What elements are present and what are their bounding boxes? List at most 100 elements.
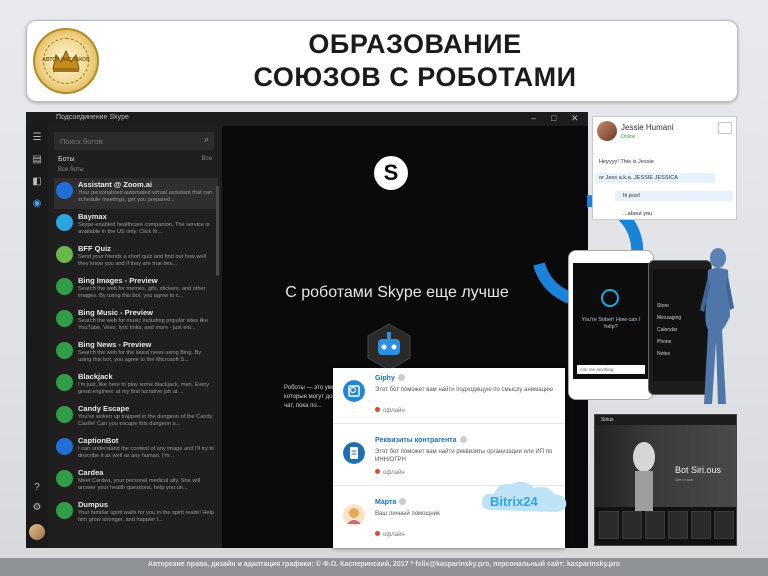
bot-desc: Your familiar spirit waits for you in th… [78, 510, 214, 523]
bot-list-item[interactable]: Bing News - Preview Search the web for th… [54, 338, 218, 369]
quiz-icon [56, 246, 73, 263]
bot-name: Giphy [375, 374, 405, 382]
bot-desc: You've woken up trapped in the dungeon o… [78, 414, 213, 427]
jessie-message: Heyyyy! This is Jessie [599, 159, 654, 165]
settings-icon[interactable]: ⚙ [31, 502, 43, 514]
thumb[interactable] [668, 511, 688, 539]
bot-list-item[interactable]: Baymax Skype-enabled healthcare companion… [54, 210, 218, 241]
skype-logo-icon: S [374, 156, 408, 190]
bot-list-item[interactable]: Cardea Meet Cardea, your personal medical… [54, 466, 218, 497]
marta-avatar-icon [343, 504, 365, 526]
thumb[interactable] [599, 511, 619, 539]
bot-desc: Meet Cardea, your personal medical ally.… [78, 478, 201, 491]
search-box[interactable]: ⌕ [54, 132, 214, 150]
thumb[interactable] [714, 511, 734, 539]
slide-title: ОБРАЗОВАНИЕ СОЮЗОВ С РОБОТАМИ [200, 28, 630, 94]
site-sub[interactable]: Get it now [675, 477, 693, 482]
news-icon [56, 342, 73, 359]
menu-item[interactable]: Store [657, 303, 669, 309]
nav-rail: ☰ ▤ ◧ ◉ ? ⚙ [26, 126, 48, 548]
bitrix-bots-card: Giphy Этот бот поможет вам найти подходя… [333, 368, 565, 548]
card-button[interactable] [718, 122, 732, 134]
bot-desc: Search the web for music including popul… [78, 318, 208, 331]
author-logo: АВТОР МАСЛАКОВ [33, 28, 99, 94]
jessie-message: or Jess a.k.a. JESSIE JESSICA [599, 175, 678, 181]
jessie-message: ...about you [623, 211, 653, 217]
baymax-icon [56, 214, 73, 231]
contacts-icon[interactable]: ◧ [31, 176, 43, 188]
bot-list-item[interactable]: Blackjack I'm just, like here to play som… [54, 370, 218, 401]
bot-badge-icon [459, 436, 467, 443]
thumb[interactable] [645, 511, 665, 539]
all-bots-header: Все боты [58, 167, 84, 173]
bot-name: Реквизиты контрагента [375, 436, 467, 444]
bot-list-item[interactable]: Assistant @ Zoom.ai Your personalized aut… [54, 178, 218, 209]
hologram-figure-icon [700, 248, 734, 404]
search-input[interactable] [60, 135, 190, 147]
close-icon[interactable]: ✕ [571, 113, 579, 124]
logo-text: АВТОР МАСЛАКОВ [42, 57, 90, 63]
tagline: С роботами Skype еще лучше [285, 284, 509, 301]
menu-item[interactable]: Messaging [657, 315, 681, 321]
bot-item-giphy[interactable]: Giphy Этот бот поможет вам найти подходя… [333, 368, 565, 424]
bot-desc: Search the web for the latest news using… [78, 350, 202, 363]
search-icon: ⌕ [204, 135, 209, 144]
bitrix24-cloud-logo: Bitrix24 [481, 481, 567, 512]
minimize-icon[interactable]: – [531, 113, 536, 123]
zoom-icon [56, 182, 73, 199]
window-title: Подсоединение Skype [56, 114, 129, 121]
bots-panel: ⌕ Боты Все Все боты Assistant @ Zoom.aiY… [48, 126, 222, 548]
cortana-input[interactable]: Ask me anything [577, 365, 645, 374]
bot-name: Dumpus [78, 500, 108, 509]
medical-icon [56, 470, 73, 487]
bot-status: офлайн [375, 469, 405, 476]
maximize-icon[interactable]: □ [551, 113, 556, 123]
bots-icon[interactable]: ◉ [31, 198, 43, 210]
bot-list-item[interactable]: Bing Music - Preview Search the web for m… [54, 306, 218, 337]
help-icon[interactable]: ? [31, 482, 43, 494]
bot-list-item[interactable]: Bing Images - Preview Search the web for … [54, 274, 218, 305]
thumb[interactable] [622, 511, 642, 539]
robot-face-icon [633, 442, 655, 511]
jessie-avatar [597, 121, 617, 141]
menu-item[interactable]: Calendar [657, 327, 677, 333]
menu-item[interactable]: Phone [657, 339, 671, 345]
thumb[interactable] [691, 511, 711, 539]
bot-name: Марта [375, 498, 407, 506]
caption-icon [56, 438, 73, 455]
cortana-prompt: You're Sober! How can I help? [581, 317, 641, 330]
bot-name: Blackjack [78, 372, 113, 381]
scrollbar[interactable] [216, 186, 219, 276]
bot-status: офлайн [375, 407, 405, 414]
bot-desc: Этот бот поможет вам найти реквизиты орг… [375, 449, 553, 463]
phone-screen: You're Sober! How can I help? Ask me any… [573, 263, 649, 379]
bot-status: офлайн [375, 531, 405, 538]
bot-badge-icon [397, 374, 405, 381]
bot-list-item[interactable]: CaptionBot I can understand the content o… [54, 434, 218, 465]
bot-name: Baymax [78, 212, 107, 221]
sort-dropdown[interactable]: Все [202, 156, 212, 162]
website-screenshot: Sirius Bot Siri.ous Get it now [594, 414, 737, 546]
site-thumbs [599, 511, 734, 541]
phone-cortana: You're Sober! How can I help? Ask me any… [568, 250, 654, 400]
chat-icon[interactable]: ▤ [31, 154, 43, 166]
images-icon [56, 278, 73, 295]
window-titlebar: Подсоединение Skype – □ ✕ [26, 112, 588, 126]
avatar[interactable] [29, 524, 45, 540]
bot-list-item[interactable]: Dumpus Your familiar spirit waits for you… [54, 498, 218, 529]
jessie-status: Online [621, 134, 636, 140]
title-line-2: СОЮЗОВ С РОБОТАМИ [253, 62, 577, 92]
bot-name: Bing Music - Preview [78, 308, 154, 317]
menu-item[interactable]: Notes [657, 351, 670, 357]
bot-desc: Этот бот поможет вам найти подходящую по… [375, 387, 553, 393]
bot-badge-icon [399, 498, 407, 505]
site-hero: Bot Siri.ous Get it now [595, 425, 736, 511]
bot-list-item[interactable]: Candy Escape You've woken up trapped in t… [54, 402, 218, 433]
site-topbar: Sirius [595, 415, 736, 425]
jessie-chat-card: Jessie Humani Online Heyyyy! This is Jes… [592, 116, 737, 220]
menu-icon[interactable]: ☰ [31, 132, 43, 144]
giphy-icon [343, 380, 365, 402]
bot-list-item[interactable]: BFF Quiz Send your friends a short quiz a… [54, 242, 218, 273]
bot-desc: I'm just, like here to play some blackja… [78, 382, 210, 395]
title-line-1: ОБРАЗОВАНИЕ [308, 29, 522, 59]
